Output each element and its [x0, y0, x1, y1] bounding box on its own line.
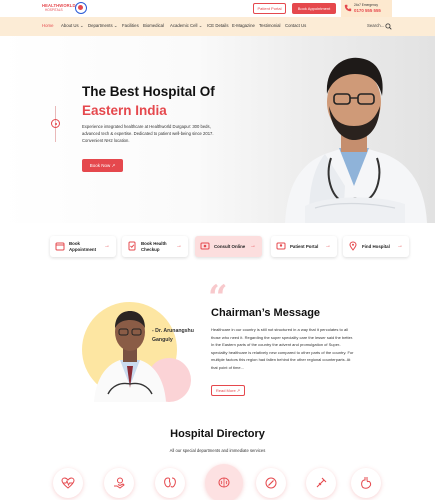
quick-find-hospital[interactable]: Find Hospital → — [343, 236, 409, 257]
chairman-name-line1: - Dr. Arunangshu — [152, 328, 194, 334]
chairman-name: - Dr. Arunangshu Ganguly — [152, 327, 194, 345]
top-bar: HEALTHWORLD HOSPITALS Patient Portal Boo… — [0, 0, 435, 17]
arrow-right-icon: → — [104, 243, 110, 249]
quick-patient-portal[interactable]: Patient Portal → — [271, 236, 337, 257]
nav-e-magazine[interactable]: E-Magazine — [232, 23, 255, 28]
nav-about-us[interactable]: About Us ⌄ — [61, 23, 83, 29]
quick-link-label: Book Health Checkup — [141, 241, 167, 252]
book-now-button[interactable]: Book Now ↗ — [82, 159, 123, 172]
chairman-message-title: Chairman’s Message — [211, 307, 321, 319]
location-pin-icon — [349, 241, 357, 251]
main-nav: Home About Us ⌄ Departments ⌄ Facilities… — [0, 17, 435, 36]
logo-sub: HOSPITALS — [45, 8, 63, 12]
checkup-icon — [128, 241, 136, 251]
quick-link-label: Patient Portal — [290, 244, 319, 249]
nav-academic-cell[interactable]: Academic Cell ⌄ — [170, 23, 202, 29]
arrow-right-icon: → — [176, 243, 182, 249]
dept-nephrology[interactable] — [155, 468, 185, 498]
read-more-button[interactable]: Read More ↗ — [211, 385, 245, 396]
bone-icon — [265, 477, 277, 489]
heartbeat-icon — [61, 477, 75, 489]
emergency-label: 24x7 Emergency — [354, 3, 378, 7]
nav-departments[interactable]: Departments ⌄ — [88, 23, 117, 29]
hero-description: Experience integrated healthcare at Heal… — [82, 124, 214, 143]
arrow-right-icon: → — [325, 243, 331, 249]
accreditation-badge-icon — [75, 2, 87, 14]
kidney-icon — [164, 477, 176, 488]
dept-oncology[interactable] — [104, 468, 134, 498]
dept-cardiology[interactable] — [53, 468, 83, 498]
chairman-name-line2: Ganguly — [152, 337, 173, 343]
directory-subtitle: All our special departments and immediat… — [169, 448, 266, 453]
nav-ice-details[interactable]: ICE Details — [207, 23, 229, 28]
quick-link-label: Find Hospital — [362, 244, 390, 249]
hero-title-highlight: Eastern India — [82, 103, 167, 118]
nav-home[interactable]: Home — [42, 23, 53, 28]
nav-biomedical[interactable]: Biomedical — [143, 23, 164, 28]
directory-title: Hospital Directory — [170, 428, 265, 440]
hero-banner: The Best Hospital Of Eastern India Exper… — [0, 36, 435, 223]
emergency-contact[interactable]: 24x7 Emergency 0170 555 555 — [341, 0, 392, 17]
syringe-icon — [316, 477, 327, 488]
dept-surgery[interactable] — [306, 468, 336, 498]
video-consult-icon — [200, 242, 210, 250]
book-appointment-button[interactable]: Book Appointment — [292, 3, 336, 14]
stomach-icon — [361, 476, 372, 489]
quick-link-label: Consult Online — [214, 244, 246, 249]
brain-icon — [218, 477, 230, 488]
phone-icon — [344, 4, 352, 12]
arrow-right-icon: → — [397, 243, 403, 249]
arrow-right-icon: → — [250, 243, 256, 249]
page: HEALTHWORLD HOSPITALS Patient Portal Boo… — [0, 0, 435, 500]
nav-contact-us[interactable]: Contact Us — [285, 23, 306, 28]
hand-care-icon — [114, 477, 125, 489]
nav-facilities[interactable]: Facilities — [122, 23, 139, 28]
quick-book-appointment[interactable]: Book Appointment → — [50, 236, 116, 257]
calendar-icon — [55, 242, 65, 251]
dept-neurology[interactable] — [205, 464, 243, 500]
chairman-message-text: Healthcare in our country is still not s… — [211, 327, 354, 370]
dept-gastroenterology[interactable] — [351, 468, 381, 498]
search-input[interactable]: Search... — [367, 23, 384, 28]
slider-indicator[interactable] — [51, 119, 60, 128]
patient-portal-button[interactable]: Patient Portal — [253, 3, 286, 14]
doctor-portrait — [285, 57, 427, 223]
quick-health-checkup[interactable]: Book Health Checkup → — [122, 236, 188, 257]
emergency-number: 0170 555 555 — [354, 8, 381, 13]
nav-testimonial[interactable]: Testimonial — [259, 23, 281, 28]
patient-portal-icon — [276, 242, 286, 250]
dept-orthopedics[interactable] — [256, 468, 286, 498]
search-icon[interactable] — [385, 23, 392, 30]
hero-title: The Best Hospital Of — [82, 84, 215, 99]
chairman-photo — [94, 311, 166, 402]
quick-consult-online[interactable]: Consult Online → — [195, 236, 262, 257]
quick-link-label: Book Appointment — [69, 241, 97, 252]
